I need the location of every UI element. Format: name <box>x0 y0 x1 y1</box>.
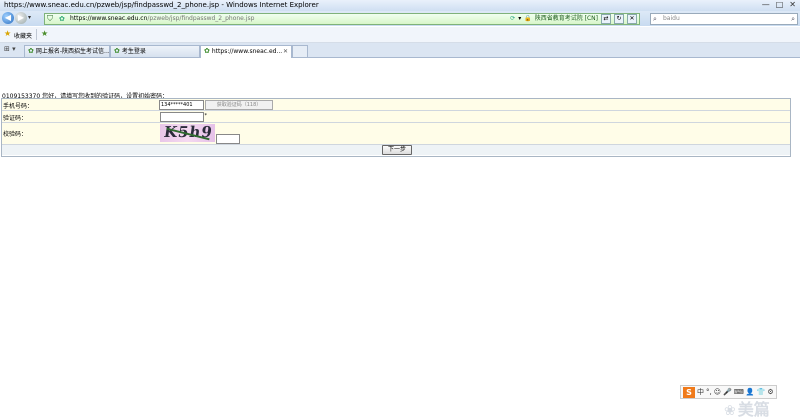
window-title: https://www.sneac.edu.cn/pzweb/jsp/findp… <box>4 1 319 9</box>
ime-chinese-toggle[interactable]: 中 <box>697 386 704 398</box>
address-bar-right: ⟳ ▾ 🔒 陕西省教育考试院 [CN] ⇄ ↻ ✕ <box>510 14 637 24</box>
captcha-label: 校验码： <box>3 131 28 138</box>
url-text[interactable]: https://www.sneac.edu.cn/pzweb/jsp/findp… <box>70 15 254 22</box>
certificate-label[interactable]: 陕西省教育考试院 [CN] <box>535 14 598 24</box>
required-mark: * <box>204 113 208 119</box>
lock-icon[interactable]: 🔒 <box>524 14 531 24</box>
ime-emoji-icon[interactable]: ☺ <box>714 386 721 398</box>
stop-icon[interactable]: ✕ <box>627 14 637 24</box>
rss-icon[interactable]: ⟳ <box>510 14 515 24</box>
favorites-separator <box>36 29 37 40</box>
favicon-icon: ✿ <box>59 15 65 23</box>
watermark-text: 美篇 <box>737 400 770 419</box>
page-content: 0109153370 您好，请填写您收到的验证码，设置初始密码： 手机号码： 1… <box>0 58 800 419</box>
url-path: /pzweb/jsp/findpasswd_2_phone.jsp <box>147 15 255 22</box>
close-button[interactable]: ✕ <box>789 0 796 9</box>
search-provider-icon[interactable]: ⌕ <box>653 14 657 24</box>
ime-toolbar: S 中 °, ☺ 🎤 ⌨ 👤 👕 ⚙ <box>680 385 777 399</box>
ime-voice-icon[interactable]: 🎤 <box>723 386 732 398</box>
add-favorite-icon[interactable]: ★ <box>41 29 48 38</box>
tab-label: 网上报名-陕西招生考试信... <box>35 48 110 55</box>
ime-skin-icon[interactable]: 👕 <box>757 386 766 398</box>
ime-user-icon[interactable]: 👤 <box>746 386 755 398</box>
tab-label: https://www.sneac.ed... <box>211 48 283 55</box>
tab-favicon-icon: ✿ <box>204 47 210 55</box>
ime-punctuation-icon[interactable]: °, <box>706 386 712 398</box>
favorites-star-icon[interactable]: ★ <box>4 29 11 38</box>
search-icon[interactable]: ⌕ <box>791 14 795 24</box>
compat-view-icon[interactable]: ⇄ <box>601 14 611 24</box>
tab-favicon-icon: ✿ <box>114 47 120 55</box>
window-controls: — □ ✕ <box>762 0 796 9</box>
tab-current-page[interactable]: ✿ https://www.sneac.ed... ✕ <box>200 45 292 58</box>
phone-label: 手机号码： <box>3 103 34 110</box>
back-button[interactable]: ◀ <box>2 12 14 24</box>
ime-keyboard-icon[interactable]: ⌨ <box>734 386 744 398</box>
url-host: https://www.sneac.edu.cn <box>70 15 148 22</box>
ime-settings-icon[interactable]: ⚙ <box>767 386 773 398</box>
code-input[interactable]: * <box>160 112 207 122</box>
captcha-input[interactable] <box>216 134 240 144</box>
minimize-button[interactable]: — <box>762 0 770 9</box>
phone-row: 手机号码： 134*****401 获取验证码（118） <box>2 99 790 111</box>
refresh-icon[interactable]: ↻ <box>614 14 624 24</box>
tab-label: 考生登录 <box>121 48 146 55</box>
address-toolbar: ◀ ▶ ▾ ⛉ ✿ https://www.sneac.edu.cn/pzweb… <box>0 11 800 26</box>
new-tab-button[interactable] <box>292 45 308 57</box>
tab-bar: ⊞ ▾ ✿ 网上报名-陕西招生考试信... ✿ 考生登录 ✿ https://www.… <box>0 43 800 58</box>
phone-field[interactable]: 134*****401 <box>159 100 204 110</box>
favorites-bar: ★ 收藏夹 ★ <box>0 27 800 43</box>
nav-buttons: ◀ ▶ ▾ <box>2 12 31 24</box>
ime-logo-icon[interactable]: S <box>683 386 695 398</box>
watermark-icon: ❀ <box>724 403 736 419</box>
tab-online-registration[interactable]: ✿ 网上报名-陕西招生考试信... <box>24 45 110 57</box>
compat-shield-icon[interactable]: ⛉ <box>47 14 53 24</box>
code-row: 验证码： * <box>2 111 790 123</box>
tab-favicon-icon: ✿ <box>28 47 34 55</box>
captcha-row: 校验码： K5h9 <box>2 123 790 145</box>
submit-row: 下一步 <box>2 145 790 155</box>
history-dropdown[interactable]: ▾ <box>28 12 31 24</box>
next-button[interactable]: 下一步 <box>382 145 412 155</box>
search-input[interactable]: baidu <box>663 15 680 22</box>
tab-candidate-login[interactable]: ✿ 考生登录 <box>110 45 200 57</box>
captcha-image[interactable]: K5h9 <box>160 124 215 142</box>
code-label: 验证码： <box>3 115 28 122</box>
maximize-button[interactable]: □ <box>776 0 784 9</box>
quick-tabs-icon[interactable]: ⊞ ▾ <box>4 45 16 53</box>
tab-close-icon[interactable]: ✕ <box>283 46 288 57</box>
reset-password-form: 手机号码： 134*****401 获取验证码（118） 验证码： * 校验码：… <box>1 98 791 157</box>
dropdown-icon[interactable]: ▾ <box>518 14 521 24</box>
forward-button[interactable]: ▶ <box>15 12 27 24</box>
search-box[interactable]: ⌕ baidu ⌕ <box>650 13 798 25</box>
address-bar[interactable]: ⛉ ✿ https://www.sneac.edu.cn/pzweb/jsp/f… <box>44 13 640 25</box>
get-code-button[interactable]: 获取验证码（118） <box>205 100 273 110</box>
favorites-button[interactable]: 收藏夹 <box>14 31 32 40</box>
watermark: ❀ 美篇 <box>724 396 770 420</box>
